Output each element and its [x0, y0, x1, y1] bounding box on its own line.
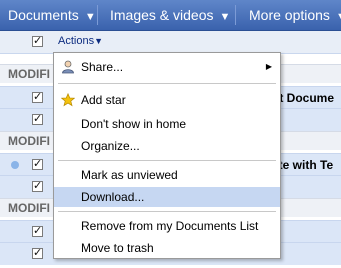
menu-item-label: Remove from my Documents List	[81, 219, 259, 233]
group-header-label: MODIFI	[8, 67, 50, 81]
more-options-menu-button[interactable]: More options ▼	[249, 0, 341, 30]
document-title[interactable]: nt Docume	[272, 91, 334, 105]
chevron-down-icon: ▼	[94, 36, 103, 46]
menu-item-download[interactable]: Download...	[54, 187, 280, 207]
menu-item-move-to-trash[interactable]: Move to trash	[54, 238, 280, 258]
chevron-down-icon: ▼	[219, 11, 231, 23]
menu-separator	[58, 83, 276, 84]
more-options-label: More options	[249, 7, 330, 23]
nav-divider	[97, 5, 98, 25]
actions-label: Actions	[58, 35, 95, 47]
menu-item-remove-from-list[interactable]: Remove from my Documents List	[54, 216, 280, 236]
menu-item-share[interactable]: Share... ▶	[54, 57, 280, 77]
nav-divider	[235, 5, 236, 25]
top-nav-bar: Documents ▼ Images & videos ▼ More options…	[0, 0, 341, 31]
menu-item-label: Share...	[81, 60, 124, 74]
submenu-arrow-icon: ▶	[265, 62, 272, 71]
menu-item-dont-show-home[interactable]: Don't show in home	[54, 114, 280, 134]
menu-item-label: Mark as unviewed	[81, 168, 178, 182]
select-all-checkbox[interactable]	[32, 34, 43, 47]
menu-item-label: Don't show in home	[81, 117, 187, 131]
images-videos-label: Images & videos	[110, 7, 214, 23]
menu-item-label: Move to trash	[81, 241, 154, 255]
menu-separator	[58, 211, 276, 212]
toolbar: Actions▼	[0, 31, 341, 54]
document-title[interactable]: ate with Te	[272, 158, 333, 172]
actions-menu: Share... ▶ Add star Don't show in home O…	[53, 52, 281, 259]
images-videos-menu-button[interactable]: Images & videos ▼	[110, 0, 230, 30]
group-header-label: MODIFI	[8, 201, 50, 215]
menu-item-label: Organize...	[81, 139, 140, 153]
share-people-icon	[62, 60, 74, 74]
documents-menu-button[interactable]: Documents ▼	[8, 0, 96, 30]
row-checkbox[interactable]	[32, 246, 43, 259]
chevron-down-icon: ▼	[84, 11, 96, 23]
row-checkbox[interactable]	[32, 224, 43, 237]
row-checkbox[interactable]	[32, 157, 43, 170]
documents-label: Documents	[8, 7, 79, 23]
menu-item-organize[interactable]: Organize...	[54, 136, 280, 156]
menu-item-mark-unviewed[interactable]: Mark as unviewed	[54, 165, 280, 185]
group-header-label: MODIFI	[8, 134, 50, 148]
chevron-down-icon: ▼	[336, 11, 341, 23]
menu-item-add-star[interactable]: Add star	[54, 90, 280, 110]
unread-dot-icon	[11, 161, 19, 169]
row-checkbox[interactable]	[32, 90, 43, 103]
star-icon	[61, 93, 75, 107]
menu-item-label: Download...	[81, 190, 145, 204]
row-checkbox[interactable]	[32, 179, 43, 192]
menu-item-label: Add star	[81, 93, 126, 107]
row-checkbox[interactable]	[32, 112, 43, 125]
menu-separator	[58, 160, 276, 161]
actions-dropdown-button[interactable]: Actions▼	[58, 35, 103, 47]
